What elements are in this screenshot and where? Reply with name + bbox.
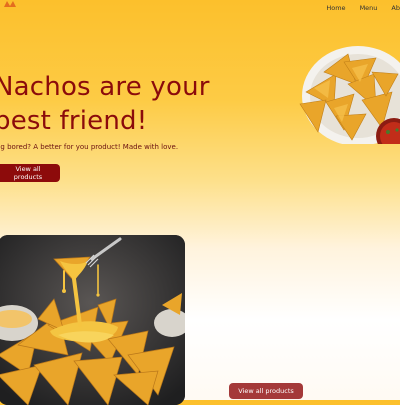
logo-icon[interactable] [3, 0, 17, 8]
hero-title: Nachos are your best friend! [0, 70, 210, 138]
hero-subtitle: ng bored? A better for you product! Made… [0, 143, 179, 151]
view-all-products-secondary-button[interactable]: View all products [229, 383, 303, 399]
nav-menu[interactable]: Menu [360, 4, 378, 12]
nachos-cheese-photo [0, 235, 185, 405]
hero-title-line2: best friend! [0, 106, 148, 136]
nachos-bowl-image [299, 46, 400, 144]
top-nav: Home Menu Ab [326, 4, 400, 12]
view-all-products-button[interactable]: View all products [0, 164, 60, 182]
nav-home[interactable]: Home [326, 4, 345, 12]
nav-about[interactable]: Ab [391, 4, 400, 12]
hero-title-line1: Nachos are your [0, 72, 210, 102]
